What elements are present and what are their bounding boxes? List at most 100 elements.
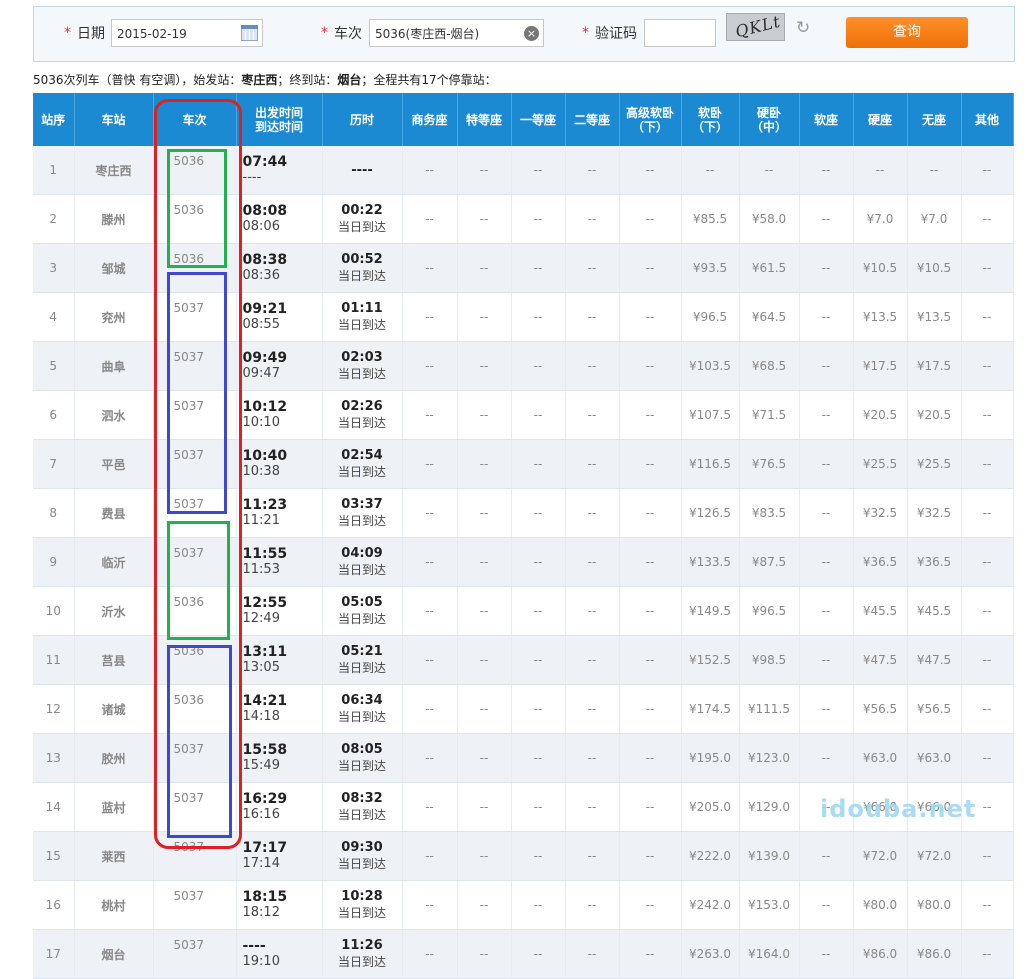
price-yw: --	[739, 146, 800, 195]
station-name: 莱西	[74, 831, 154, 881]
price-yz: ¥86.0	[853, 929, 908, 979]
clear-icon[interactable]: ×	[524, 26, 539, 41]
departure-time: 11:55	[242, 546, 288, 562]
captcha-input[interactable]	[644, 19, 716, 47]
table-row[interactable]: 2 滕州 5036 08:08 08:06 00:22 当日到达 -- -- -- -- -- ¥85.…	[33, 194, 1014, 244]
price-ydz: --	[511, 684, 566, 734]
station-name: 曲阜	[74, 341, 154, 391]
price-yz: --	[853, 146, 908, 195]
price-rz: --	[799, 831, 854, 881]
duration: 06:34	[341, 693, 383, 708]
duration: 08:32	[341, 791, 383, 806]
departure-time: 18:15	[242, 889, 288, 905]
train-number: 5036	[153, 635, 237, 685]
price-yw: ¥71.5	[739, 390, 800, 440]
price-qt: --	[961, 880, 1014, 930]
price-qt: --	[961, 488, 1014, 538]
table-row[interactable]: 15 莱西 5037 17:17 17:14 09:30 当日到达 -- -- -- -- -- ¥22…	[33, 831, 1014, 881]
stop-seq: 7	[33, 439, 75, 489]
table-row[interactable]: 4 兖州 5037 09:21 08:55 01:11 当日到达 -- -- -- -- -- ¥96.…	[33, 292, 1014, 342]
price-yz: ¥63.0	[853, 733, 908, 783]
price-yw: ¥98.5	[739, 635, 800, 685]
price-swz: --	[402, 390, 458, 440]
table-row[interactable]: 17 烟台 5037 ---- 19:10 11:26 当日到达 -- -- -- -- -- ¥263…	[33, 929, 1014, 979]
price-edz: --	[565, 880, 620, 930]
table-row[interactable]: 7 平邑 5037 10:40 10:38 02:54 当日到达 -- -- -- -- -- ¥116…	[33, 439, 1014, 489]
required-star: *	[582, 25, 589, 41]
price-rw: ¥126.5	[681, 488, 740, 538]
stop-seq: 13	[33, 733, 75, 783]
calendar-icon[interactable]	[241, 25, 258, 41]
stop-seq: 1	[33, 146, 75, 195]
table-row[interactable]: 6 泗水 5037 10:12 10:10 02:26 当日到达 -- -- -- -- -- ¥107…	[33, 390, 1014, 440]
station-name: 枣庄西	[74, 146, 154, 195]
price-rw: ¥133.5	[681, 537, 740, 587]
price-swz: --	[402, 880, 458, 930]
price-tdz: --	[457, 488, 512, 538]
table-row[interactable]: 16 桃村 5037 18:15 18:12 10:28 当日到达 -- -- -- -- -- ¥24…	[33, 880, 1014, 930]
column-header: 其他	[961, 93, 1014, 146]
price-tdz: --	[457, 635, 512, 685]
price-gjrw: --	[619, 537, 682, 587]
station-name: 泗水	[74, 390, 154, 440]
table-row[interactable]: 10 沂水 5036 12:55 12:49 05:05 当日到达 -- -- -- -- -- ¥14…	[33, 586, 1014, 636]
table-row[interactable]: 12 诸城 5036 14:21 14:18 06:34 当日到达 -- -- -- -- -- ¥17…	[33, 684, 1014, 734]
price-rz: --	[799, 684, 854, 734]
table-row[interactable]: 5 曲阜 5037 09:49 09:47 02:03 当日到达 -- -- -- -- -- ¥103…	[33, 341, 1014, 391]
duration: 03:37	[341, 497, 383, 512]
price-swz: --	[402, 733, 458, 783]
price-rw: ¥263.0	[681, 929, 740, 979]
arrival-time: 13:05	[242, 660, 280, 675]
duration-cell: 02:54 当日到达	[322, 439, 403, 489]
price-wz: --	[907, 146, 962, 195]
time-cell: 13:11 13:05	[236, 635, 323, 685]
duration-cell: 08:05 当日到达	[322, 733, 403, 783]
table-row[interactable]: 13 胶州 5037 15:58 15:49 08:05 当日到达 -- -- -- -- -- ¥19…	[33, 733, 1014, 783]
date-input[interactable]: 2015-02-19	[111, 19, 263, 47]
table-row[interactable]: 1 枣庄西 5036 07:44 ---- ---- -- -- -- -- -- -- -- -- -- -…	[33, 146, 1014, 195]
required-star: *	[64, 25, 71, 41]
departure-time: 10:40	[242, 448, 288, 464]
departure-time: 15:58	[242, 742, 288, 758]
stops-table: 站序 车站 车次 出发时间 到达时间 历时 商务座 特等座 一等座 二等座 高级软卧 （下） 软卧 （下）…	[33, 93, 1014, 979]
table-row[interactable]: 9 临沂 5037 11:55 11:53 04:09 当日到达 -- -- -- -- -- ¥133…	[33, 537, 1014, 587]
arrival-time: 10:10	[242, 415, 280, 430]
price-rw: ¥85.5	[681, 194, 740, 244]
duration: 01:11	[341, 301, 383, 316]
arrival-day: 当日到达	[337, 710, 386, 724]
time-cell: 09:49 09:47	[236, 341, 323, 391]
price-swz: --	[402, 439, 458, 489]
price-edz: --	[565, 635, 620, 685]
price-yw: ¥68.5	[739, 341, 800, 391]
table-row[interactable]: 8 费县 5037 11:23 11:21 03:37 当日到达 -- -- -- -- -- ¥126…	[33, 488, 1014, 538]
price-rz: --	[799, 488, 854, 538]
train-number: 5037	[153, 733, 237, 783]
price-yz: ¥17.5	[853, 341, 908, 391]
price-tdz: --	[457, 243, 512, 293]
price-yz: ¥10.5	[853, 243, 908, 293]
price-rz: --	[799, 439, 854, 489]
query-button[interactable]: 查询	[846, 17, 968, 48]
duration: 04:09	[341, 546, 383, 561]
price-rw: ¥174.5	[681, 684, 740, 734]
train-label: * 车次	[321, 25, 362, 42]
price-swz: --	[402, 586, 458, 636]
column-header: 软座	[799, 93, 854, 146]
station-name: 滕州	[74, 194, 154, 244]
captcha-image[interactable]: QKLt	[726, 13, 785, 41]
refresh-icon[interactable]: ↻	[796, 20, 810, 37]
price-wz: ¥56.5	[907, 684, 962, 734]
price-gjrw: --	[619, 488, 682, 538]
duration-cell: 09:30 当日到达	[322, 831, 403, 881]
price-wz: ¥80.0	[907, 880, 962, 930]
train-input[interactable]: 5036(枣庄西-烟台) ×	[369, 19, 544, 47]
station-name: 桃村	[74, 880, 154, 930]
price-yz: ¥13.5	[853, 292, 908, 342]
price-ydz: --	[511, 537, 566, 587]
price-ydz: --	[511, 929, 566, 979]
train-number: 5036	[153, 684, 237, 734]
departure-time: 10:12	[242, 399, 288, 415]
table-row[interactable]: 11 莒县 5036 13:11 13:05 05:21 当日到达 -- -- -- -- -- ¥15…	[33, 635, 1014, 685]
table-row[interactable]: 3 邹城 5036 08:38 08:36 00:52 当日到达 -- -- -- -- -- ¥93.…	[33, 243, 1014, 293]
train-number: 5037	[153, 929, 237, 979]
